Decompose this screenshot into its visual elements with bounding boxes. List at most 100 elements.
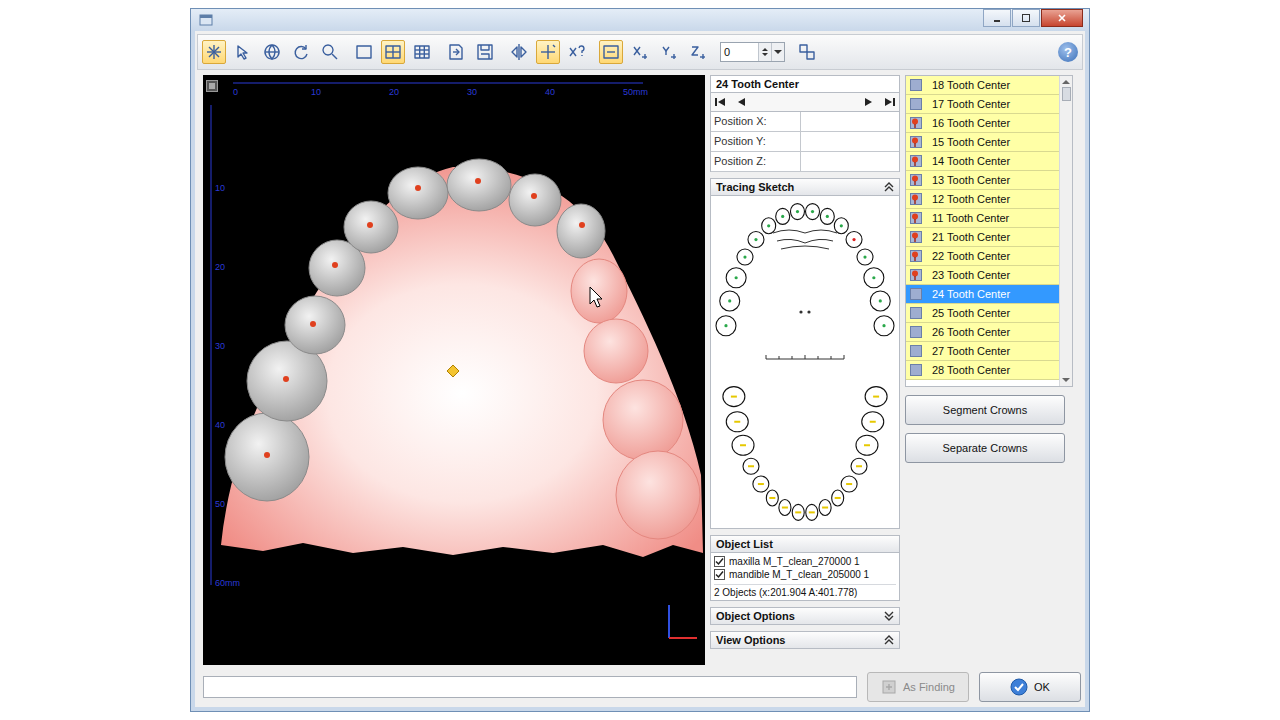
tooth-center-marker[interactable] <box>475 178 481 184</box>
last-icon[interactable] <box>883 96 897 108</box>
empty-marker-icon <box>910 307 922 319</box>
tooth-center-marker[interactable] <box>367 222 373 228</box>
object-checkbox[interactable] <box>714 556 725 567</box>
toolbar-button[interactable] <box>628 40 652 64</box>
sketch-marker <box>809 511 815 513</box>
help-button[interactable]: ? <box>1058 42 1078 62</box>
unsegmented-tooth[interactable] <box>603 380 683 460</box>
toolbar-button[interactable] <box>381 40 405 64</box>
landmark-item[interactable]: 25 Tooth Center <box>906 304 1059 323</box>
button-label: OK <box>1034 681 1050 693</box>
landmark-item[interactable]: 14 Tooth Center <box>906 152 1059 171</box>
toolbar-button[interactable] <box>289 40 313 64</box>
next-icon[interactable] <box>861 96 875 108</box>
landmark-item[interactable]: 11 Tooth Center <box>906 209 1059 228</box>
tooth-center-marker[interactable] <box>579 222 585 228</box>
arch-sketch[interactable] <box>711 197 899 527</box>
toolbar-button[interactable] <box>536 40 560 64</box>
dental-model[interactable] <box>203 75 705 665</box>
toolbar-button[interactable] <box>260 40 284 64</box>
toolbar-button[interactable] <box>318 40 342 64</box>
toolbar-group <box>444 40 497 64</box>
segmented-tooth[interactable] <box>285 296 345 354</box>
collapsible-section[interactable]: View Options <box>710 631 900 649</box>
scroll-up-icon[interactable] <box>1062 79 1070 85</box>
tooth-center-marker[interactable] <box>415 185 421 191</box>
object-label: mandible M_T_clean_205000 1 <box>729 569 869 580</box>
view-corner-icon[interactable] <box>206 80 218 92</box>
landmark-item[interactable]: 28 Tooth Center <box>906 361 1059 380</box>
landmark-item[interactable]: 15 Tooth Center <box>906 133 1059 152</box>
close-button[interactable] <box>1041 9 1083 27</box>
object-item[interactable]: maxilla M_T_clean_270000 1 <box>714 555 896 568</box>
landmark-item[interactable]: 21 Tooth Center <box>906 228 1059 247</box>
scroll-down-icon[interactable] <box>1062 377 1070 383</box>
sketch-upper-tooth <box>857 249 873 265</box>
segmented-tooth[interactable] <box>447 159 511 211</box>
spin-dropdown[interactable] <box>771 43 784 61</box>
first-icon[interactable] <box>713 96 727 108</box>
field-value[interactable] <box>801 132 899 151</box>
empty-marker-icon <box>910 364 922 376</box>
3d-viewport[interactable]: 01020304050mm102030405060mm <box>203 75 705 665</box>
segmented-tooth[interactable] <box>344 201 398 253</box>
unsegmented-tooth[interactable] <box>584 319 648 383</box>
scrollbar[interactable] <box>1059 76 1072 386</box>
toolbar-button[interactable] <box>507 40 531 64</box>
field-value[interactable] <box>801 112 899 131</box>
landmark-item[interactable]: 27 Tooth Center <box>906 342 1059 361</box>
landmark-item[interactable]: 22 Tooth Center <box>906 247 1059 266</box>
spin-field[interactable]: 0 <box>720 42 785 62</box>
toolbar-button[interactable] <box>352 40 376 64</box>
landmark-item[interactable]: 16 Tooth Center <box>906 114 1059 133</box>
object-item[interactable]: mandible M_T_clean_205000 1 <box>714 568 896 581</box>
toolbar-button[interactable] <box>795 40 819 64</box>
landmark-item[interactable]: 17 Tooth Center <box>906 95 1059 114</box>
toolbar-button[interactable] <box>231 40 255 64</box>
toolbar-button[interactable] <box>444 40 468 64</box>
toolbar-button[interactable] <box>473 40 497 64</box>
landmark-item[interactable]: 13 Tooth Center <box>906 171 1059 190</box>
previous-icon[interactable] <box>735 96 749 108</box>
segmented-tooth[interactable] <box>225 413 309 501</box>
segmented-tooth[interactable] <box>557 204 605 258</box>
landmark-item[interactable]: 18 Tooth Center <box>906 76 1059 95</box>
tooth-center-marker[interactable] <box>264 452 270 458</box>
section-title: Object List <box>716 538 773 550</box>
spin-arrows[interactable] <box>758 43 771 61</box>
footer-button[interactable]: OK <box>979 672 1081 702</box>
scroll-thumb[interactable] <box>1062 87 1071 101</box>
action-button[interactable]: Separate Crowns <box>905 433 1065 463</box>
tooth-center-marker[interactable] <box>310 321 316 327</box>
toolbar-button[interactable] <box>202 40 226 64</box>
object-checkbox[interactable] <box>714 569 725 580</box>
landmark-item[interactable]: 23 Tooth Center <box>906 266 1059 285</box>
spin-value[interactable]: 0 <box>721 46 758 58</box>
segmented-tooth[interactable] <box>388 167 448 219</box>
tracing-sketch[interactable] <box>710 196 900 529</box>
collapsible-section[interactable]: Object Options <box>710 607 900 625</box>
segmented-tooth[interactable] <box>509 174 561 226</box>
toolbar-button[interactable] <box>599 40 623 64</box>
toolbar-button[interactable] <box>686 40 710 64</box>
tooth-center-marker[interactable] <box>332 262 338 268</box>
sketch-lower-tooth <box>806 504 818 520</box>
toolbar-button[interactable] <box>657 40 681 64</box>
landmark-item[interactable]: 24 Tooth Center <box>906 285 1059 304</box>
maximize-button[interactable] <box>1012 9 1040 27</box>
minimize-button[interactable] <box>983 9 1011 27</box>
field-value[interactable] <box>801 152 899 171</box>
tracing-sketch-header[interactable]: Tracing Sketch <box>710 178 900 196</box>
tooth-center-marker[interactable] <box>283 376 289 382</box>
tooth-center-marker[interactable] <box>531 193 537 199</box>
field-label: Position X: <box>711 112 801 131</box>
origin-marker-icon[interactable] <box>447 365 459 377</box>
grid2-icon <box>383 42 403 62</box>
toolbar-button[interactable] <box>410 40 434 64</box>
unsegmented-tooth[interactable] <box>616 451 700 539</box>
toolbar-button[interactable] <box>565 40 589 64</box>
unsegmented-tooth[interactable] <box>571 259 627 323</box>
landmark-item[interactable]: 26 Tooth Center <box>906 323 1059 342</box>
landmark-item[interactable]: 12 Tooth Center <box>906 190 1059 209</box>
action-button[interactable]: Segment Crowns <box>905 395 1065 425</box>
